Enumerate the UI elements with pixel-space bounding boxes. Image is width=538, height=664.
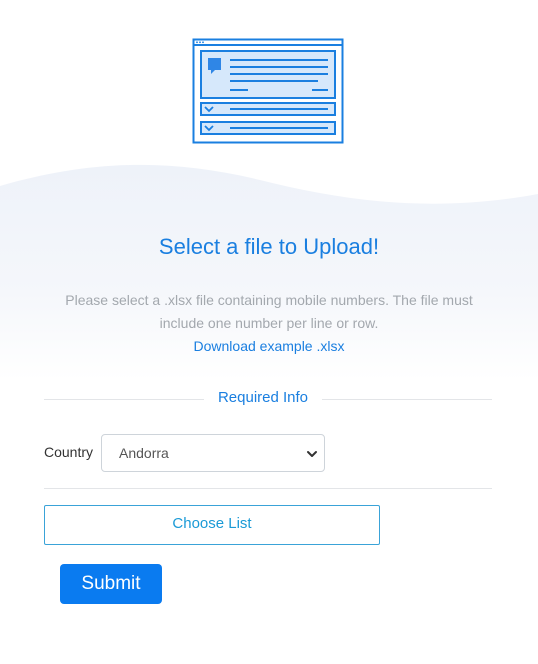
country-label: Country [44, 444, 94, 460]
choose-list-button[interactable]: Choose List [44, 505, 380, 545]
upload-title: Select a file to Upload! [158, 234, 380, 259]
divider-line-right [322, 399, 492, 400]
download-example-link[interactable]: Download example .xlsx [0, 336, 538, 356]
upload-description: Please select a .xlsx file containing mo… [65, 292, 473, 331]
country-select-value: Andorra [119, 445, 169, 461]
document-form-illustration-icon [192, 38, 344, 144]
required-info-divider: Required Info [44, 388, 492, 410]
form-divider [44, 488, 492, 489]
chevron-down-icon [307, 451, 317, 457]
required-info-label: Required Info [217, 389, 309, 406]
submit-button[interactable]: Submit [60, 564, 162, 604]
country-select[interactable]: Andorra [101, 434, 325, 472]
divider-line-left [44, 399, 204, 400]
